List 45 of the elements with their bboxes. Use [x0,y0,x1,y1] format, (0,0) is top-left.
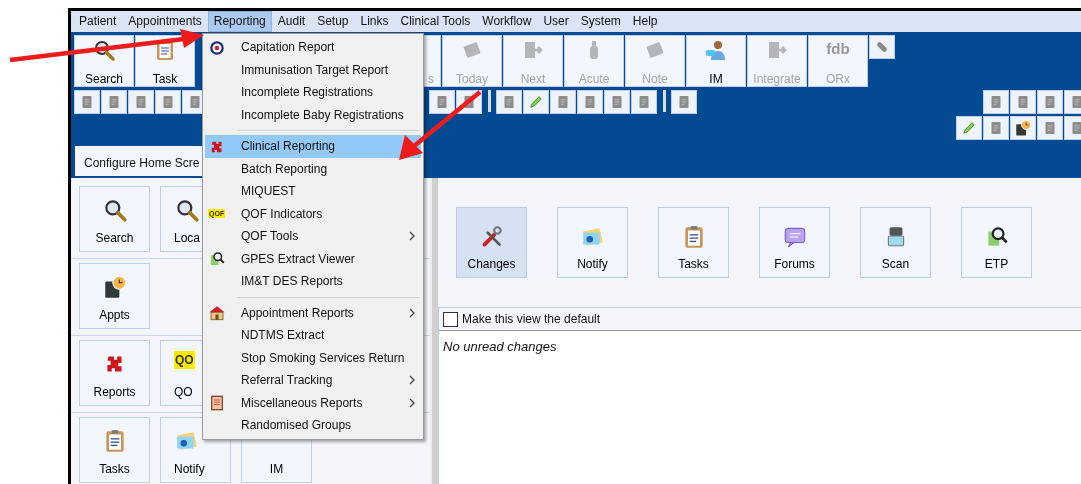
pencil-icon [527,93,545,111]
menu-item[interactable]: Incomplete Registrations [205,81,421,104]
menu-item[interactable]: Incomplete Baby Registrations [205,103,421,126]
shortcut-tile[interactable]: Search [79,186,150,252]
menu-item[interactable]: Immunisation Target Report [205,58,421,81]
menu-bar-item[interactable]: Help [626,11,664,32]
icon-label: QO [174,351,195,369]
home-tile[interactable]: ETP [961,207,1032,278]
search-icon [174,197,200,223]
shortcut-tile[interactable]: Appts [79,263,150,329]
menu-bar-item[interactable]: Appointments [122,11,208,32]
changes-list: No unread changes [439,330,1081,484]
pencil-icon [960,119,978,137]
shortcut-tile[interactable]: Tasks [79,417,150,483]
menu-bar-item[interactable]: Workflow [476,11,538,32]
home-tile[interactable]: Forums [759,207,830,278]
shortcut-tile[interactable]: Reports [79,340,150,406]
menu-bar-item[interactable]: Patient [73,11,123,32]
toolbar-button[interactable]: Search [74,35,134,87]
target-icon [208,38,226,57]
menu-item[interactable]: Clinical Reporting [205,135,421,158]
person-icon [704,38,728,62]
menu-bar-item[interactable]: Links [354,11,395,32]
icon-label: fdb [826,39,850,59]
toolbar-button[interactable] [1010,116,1036,140]
home-tile[interactable]: Changes [456,207,527,278]
menu-item[interactable]: Appointment Reports [205,301,421,324]
toolbar-button[interactable]: IM [686,35,746,87]
book-icon [208,394,226,413]
home-tile[interactable]: Scan [860,207,931,278]
search-icon [92,38,116,62]
menu-bar-item[interactable]: Setup [311,11,355,32]
menu-item[interactable]: IM&T DES Reports [205,270,421,293]
menu-item[interactable]: Capitation Report [205,36,421,59]
menu-bar-item[interactable]: Audit [271,11,312,32]
menu-bar-item[interactable]: Reporting [207,11,272,32]
checkbox[interactable] [443,311,458,327]
menu-bar-item[interactable]: System [574,11,627,32]
menu-bar-item[interactable]: User [537,11,575,32]
checkbox-label: Make this view the default [462,311,601,328]
home-tile[interactable]: Tasks [658,207,729,278]
menu-bar-item[interactable]: Clinical Tools [394,11,477,32]
house-icon [208,304,226,323]
clock-book-icon [1014,119,1032,137]
home-tile[interactable]: Notify [557,207,628,278]
